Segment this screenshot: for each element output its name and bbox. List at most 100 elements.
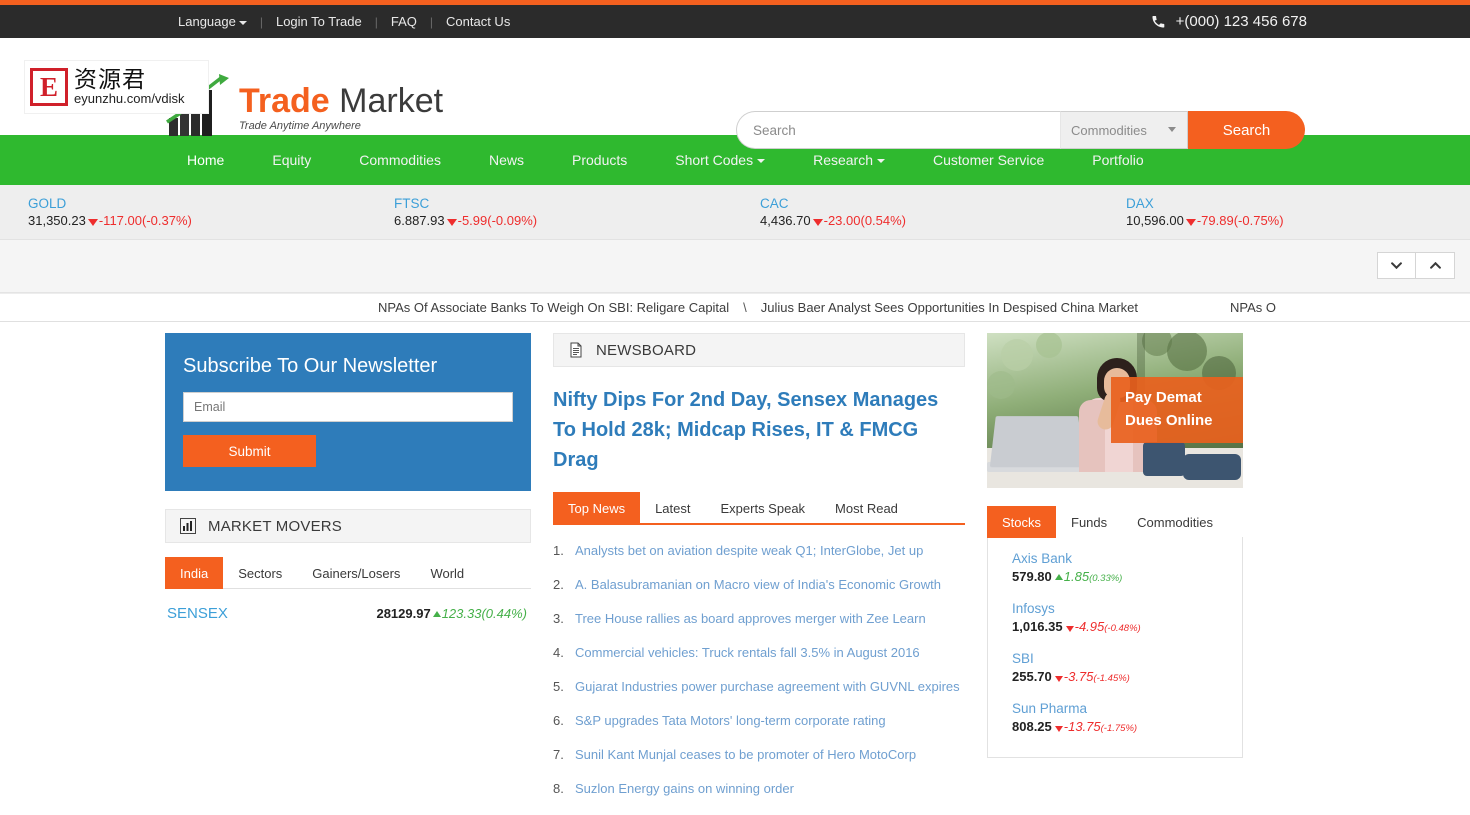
news-link[interactable]: Analysts bet on aviation despite weak Q1… xyxy=(575,543,923,558)
market-mover-row[interactable]: SENSEX 28129.97 123.33(0.44%) xyxy=(165,589,531,622)
news-ticker-item[interactable]: Julius Baer Analyst Sees Opportunities I… xyxy=(761,300,1138,315)
index-value: 10,596.00 xyxy=(1126,213,1184,228)
chevron-down-icon xyxy=(757,159,766,164)
list-item[interactable]: Analysts bet on aviation despite weak Q1… xyxy=(553,543,965,577)
index-change: -79.89 xyxy=(1196,213,1234,228)
list-item[interactable]: Sunil Kant Munjal ceases to be promoter … xyxy=(553,747,965,781)
right-column: Pay Demat Dues Online Stocks Funds Commo… xyxy=(987,333,1243,815)
news-ticker-separator: \ xyxy=(743,300,747,315)
phone-block: +(000) 123 456 678 xyxy=(1150,5,1307,38)
nav-label: Equity xyxy=(272,152,312,168)
index-change: -5.99 xyxy=(457,213,488,228)
ticker-scroll-controls xyxy=(1377,252,1455,279)
nav-item-equity[interactable]: Equity xyxy=(248,135,335,185)
list-item[interactable]: SBI 255.70 -3.75(-1.45%) xyxy=(988,651,1242,701)
ticker-scroll-up-button[interactable] xyxy=(1416,252,1455,279)
newsletter-email-input[interactable] xyxy=(183,392,513,422)
triangle-down-icon xyxy=(812,219,823,226)
list-item[interactable]: Infosys 1,016.35 -4.95(-0.48%) xyxy=(988,601,1242,651)
newsboard-header: NEWSBOARD xyxy=(553,333,965,367)
market-mover-name: SENSEX xyxy=(167,605,228,622)
center-column: NEWSBOARD Nifty Dips For 2nd Day, Sensex… xyxy=(553,333,965,815)
chevron-down-icon xyxy=(238,20,247,25)
index-item-dax[interactable]: DAX 10,596.00 -79.89(-0.75%) xyxy=(1098,196,1464,228)
news-ticker-item[interactable]: NPAs Of Associate Banks To Weigh On SBI:… xyxy=(378,300,729,315)
index-item-cac[interactable]: CAC 4,436.70 -23.00(0.54%) xyxy=(732,196,1098,228)
faq-link[interactable]: FAQ xyxy=(378,5,430,38)
tab-india[interactable]: India xyxy=(165,557,224,589)
phone-icon xyxy=(1152,16,1164,28)
stock-change: -4.95 xyxy=(1074,619,1105,634)
phone-number: +(000) 123 456 678 xyxy=(1175,13,1307,30)
tab-world[interactable]: World xyxy=(415,557,479,589)
list-item[interactable]: S&P upgrades Tata Motors' long-term corp… xyxy=(553,713,965,747)
newsletter-submit-button[interactable]: Submit xyxy=(180,432,319,470)
watermark-letter: E xyxy=(30,68,68,106)
left-column: Subscribe To Our Newsletter Submit MARKE… xyxy=(165,333,531,815)
list-item[interactable]: Gujarat Industries power purchase agreem… xyxy=(553,679,965,713)
news-link[interactable]: Commercial vehicles: Truck rentals fall … xyxy=(575,645,920,660)
nav-item-commodities[interactable]: Commodities xyxy=(335,135,465,185)
search-button[interactable]: Search xyxy=(1188,111,1305,149)
market-movers-header: MARKET MOVERS xyxy=(165,509,531,543)
brand-tagline: Trade Anytime Anywhere xyxy=(239,120,361,132)
news-link[interactable]: A. Balasubramanian on Macro view of Indi… xyxy=(575,577,941,592)
nav-label: Portfolio xyxy=(1092,152,1144,168)
tab-most-read[interactable]: Most Read xyxy=(820,492,913,524)
nav-item-products[interactable]: Products xyxy=(548,135,651,185)
tab-gainers-losers[interactable]: Gainers/Losers xyxy=(297,557,415,589)
newsboard-headline[interactable]: Nifty Dips For 2nd Day, Sensex Manages T… xyxy=(553,385,965,475)
search-category-wrapper: Commodities xyxy=(1060,111,1188,149)
search-input[interactable] xyxy=(736,111,1060,149)
tab-latest[interactable]: Latest xyxy=(640,492,705,524)
news-link[interactable]: Suzlon Energy gains on winning order xyxy=(575,781,794,796)
language-menu[interactable]: Language xyxy=(165,5,260,38)
nav-item-news[interactable]: News xyxy=(465,135,548,185)
index-name: GOLD xyxy=(28,196,67,211)
promo-banner[interactable]: Pay Demat Dues Online xyxy=(987,333,1243,488)
nav-label: Research xyxy=(813,152,873,168)
main-content: Subscribe To Our Newsletter Submit MARKE… xyxy=(165,322,1305,815)
news-link[interactable]: Tree House rallies as board approves mer… xyxy=(575,611,926,626)
news-link[interactable]: Sunil Kant Munjal ceases to be promoter … xyxy=(575,747,916,762)
list-item[interactable]: Suzlon Energy gains on winning order xyxy=(553,781,965,815)
news-ticker-item[interactable]: NPAs O xyxy=(1230,300,1276,315)
watchlist-tabs: Stocks Funds Commodities xyxy=(987,505,1243,538)
news-link[interactable]: S&P upgrades Tata Motors' long-term corp… xyxy=(575,713,886,728)
index-change: -117.00 xyxy=(98,213,142,228)
utility-links: Language | Login To Trade | FAQ | Contac… xyxy=(165,5,523,38)
tab-sectors[interactable]: Sectors xyxy=(223,557,297,589)
tab-top-news[interactable]: Top News xyxy=(553,492,641,524)
market-movers-title: MARKET MOVERS xyxy=(208,517,343,535)
watermark-chinese: 资源君 xyxy=(74,67,146,94)
stock-name: Axis Bank xyxy=(1012,551,1073,566)
index-item-ftsc[interactable]: FTSC 6.887.93 -5.99(-0.09%) xyxy=(366,196,732,228)
list-item[interactable]: Sun Pharma 808.25 -13.75(-1.75%) xyxy=(988,701,1242,751)
list-item[interactable]: Axis Bank 579.80 1.85(0.33%) xyxy=(988,551,1242,601)
stock-percent: (-1.45%) xyxy=(1093,673,1130,684)
ticker-secondary-band xyxy=(0,240,1470,293)
nav-item-home[interactable]: Home xyxy=(163,135,248,185)
list-item[interactable]: Tree House rallies as board approves mer… xyxy=(553,611,965,645)
list-item[interactable]: Commercial vehicles: Truck rentals fall … xyxy=(553,645,965,679)
index-percent: (-0.09%) xyxy=(487,213,538,228)
list-item[interactable]: A. Balasubramanian on Macro view of Indi… xyxy=(553,577,965,611)
login-to-trade-link[interactable]: Login To Trade xyxy=(263,5,375,38)
nav-label: Short Codes xyxy=(675,152,754,168)
index-value: 6.887.93 xyxy=(394,213,445,228)
newsletter-panel: Subscribe To Our Newsletter Submit xyxy=(165,333,531,491)
contact-us-link[interactable]: Contact Us xyxy=(433,5,523,38)
nav-label: Products xyxy=(572,152,628,168)
news-ticker[interactable]: NPAs Of Associate Banks To Weigh On SBI:… xyxy=(0,293,1470,322)
tab-funds[interactable]: Funds xyxy=(1056,506,1122,538)
triangle-down-icon xyxy=(446,219,457,226)
index-item-gold[interactable]: GOLD 31,350.23 -117.00(-0.37%) xyxy=(0,196,366,228)
tab-commodities[interactable]: Commodities xyxy=(1122,506,1228,538)
tab-experts-speak[interactable]: Experts Speak xyxy=(706,492,821,524)
triangle-down-icon xyxy=(1065,626,1074,632)
search-category-select[interactable]: Commodities xyxy=(1060,111,1188,149)
news-link[interactable]: Gujarat Industries power purchase agreem… xyxy=(575,679,960,694)
ticker-scroll-down-button[interactable] xyxy=(1377,252,1416,279)
promo-text-box: Pay Demat Dues Online xyxy=(1111,377,1243,443)
tab-stocks[interactable]: Stocks xyxy=(987,506,1057,538)
